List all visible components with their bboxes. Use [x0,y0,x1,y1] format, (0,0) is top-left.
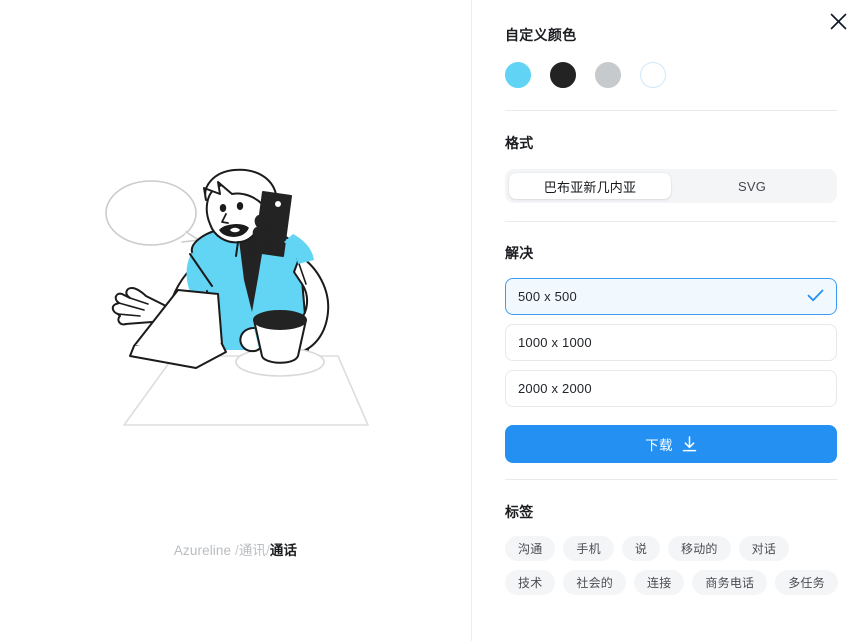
tag-item[interactable]: 连接 [634,570,685,595]
check-icon [807,289,824,305]
tag-item[interactable]: 技术 [505,570,556,595]
tags-title: 标签 [505,504,534,520]
tag-item[interactable]: 多任务 [775,570,838,595]
resolution-title: 解决 [505,245,534,261]
format-option-svg[interactable]: SVG [671,173,833,199]
tag-item[interactable]: 手机 [563,536,614,561]
breadcrumb-category[interactable]: 通讯 [239,543,266,558]
color-swatch-list [505,62,837,88]
tag-item[interactable]: 商务电话 [692,570,768,595]
download-button-label: 下载 [645,438,673,453]
tag-item[interactable]: 对话 [738,536,790,561]
tag-item[interactable]: 沟通 [505,536,556,561]
color-swatch-white[interactable] [640,62,666,88]
resolution-option-list: 500 x 500 1000 x 1000 2000 x 2000 [505,278,837,407]
resolution-option-1000[interactable]: 1000 x 1000 [505,324,837,361]
resolution-option-1000-label: 1000 x 1000 [518,335,592,350]
format-segmented-control: 巴布亚新几内亚 SVG [505,169,837,203]
resolution-section: 解决 500 x 500 1000 x 1000 2000 x 2000 下载 [505,222,837,463]
breadcrumb-separator-1: / [231,543,239,558]
tags-section: 标签 沟通 手机说移动的 对话技术 社会的 连接 商务电话 多任务 [505,480,838,595]
download-options-screen: Azureline /通讯/通话 自定义颜色 格式 巴布亚新几内亚 SVG 解决… [0,0,861,641]
resolution-option-500[interactable]: 500 x 500 [505,278,837,315]
format-title: 格式 [505,135,534,151]
man-on-phone-call-at-desk-illustration [86,160,386,440]
custom-colors-title: 自定义颜色 [505,27,577,43]
color-swatch-black[interactable] [550,62,576,88]
color-swatch-gray[interactable] [595,62,621,88]
color-swatch-cyan[interactable] [505,62,531,88]
tag-list: 沟通 手机说移动的 对话技术 社会的 连接 商务电话 多任务 [505,536,841,595]
breadcrumb-brand[interactable]: Azureline [174,543,231,558]
format-section: 格式 巴布亚新几内亚 SVG [505,111,837,203]
custom-colors-section: 自定义颜色 [505,0,837,88]
tag-item[interactable]: 说 [621,536,661,561]
resolution-option-2000-label: 2000 x 2000 [518,381,592,396]
download-icon [682,436,697,452]
resolution-option-2000[interactable]: 2000 x 2000 [505,370,837,407]
breadcrumb-current: 通话 [269,543,298,558]
download-settings-panel: 自定义颜色 格式 巴布亚新几内亚 SVG 解决 500 x 500 1000 x… [472,0,861,641]
illustration-preview-pane: Azureline /通讯/通话 [0,0,472,641]
tag-item[interactable]: 移动的 [668,536,731,561]
tag-item[interactable]: 社会的 [563,570,627,595]
breadcrumb: Azureline /通讯/通话 [0,541,471,560]
download-button[interactable]: 下载 [505,425,837,463]
format-option-png[interactable]: 巴布亚新几内亚 [509,173,671,199]
resolution-option-500-label: 500 x 500 [518,289,577,304]
close-icon[interactable] [826,9,850,33]
